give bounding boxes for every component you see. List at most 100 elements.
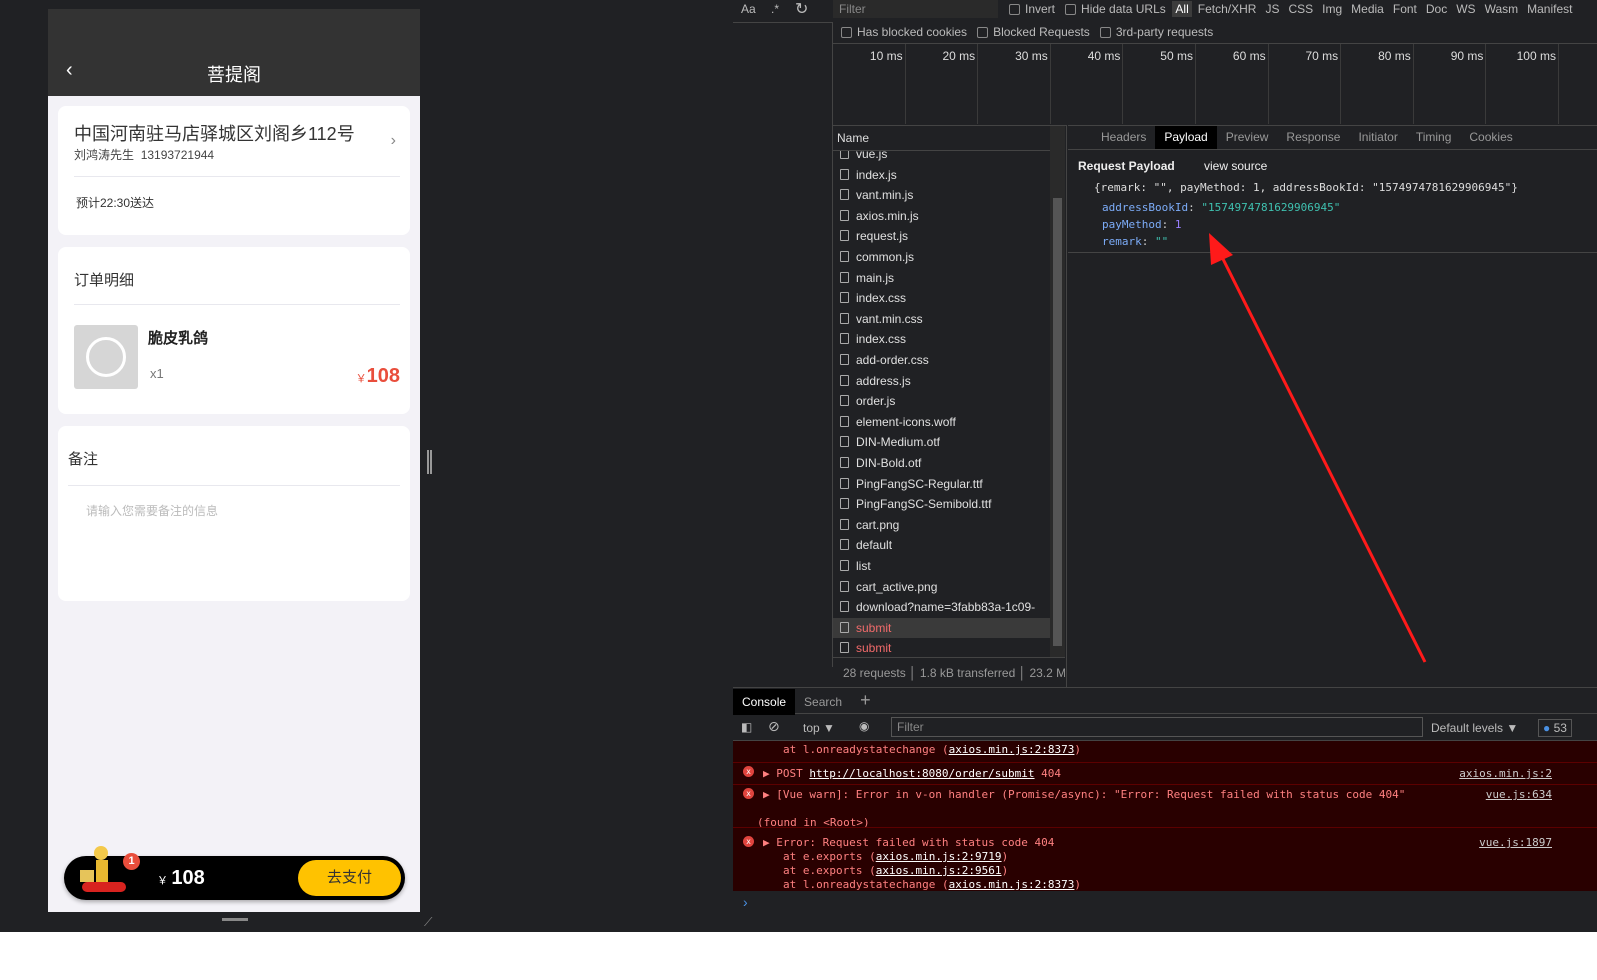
file-icon [840,621,849,633]
console-prompt[interactable]: › [743,894,748,910]
type-filter-css[interactable]: CSS [1285,1,1316,17]
tab-console[interactable]: Console [733,689,796,715]
name-column-header[interactable]: Name [837,131,869,145]
address-card[interactable]: 中国河南驻马店驿城区刘阁乡112号 刘鸿涛先生 13193721944 › 预计… [58,106,410,235]
request-row[interactable]: download?name=3fabb83a-1c09-4fd [833,597,1050,634]
request-row[interactable]: address.js [833,371,1050,391]
console-toolbar: ◧ ⊘ top ▼ ◉ Filter Default levels ▼ ● 53 [733,714,1597,741]
match-case-button[interactable]: Aa [741,2,756,16]
request-row[interactable]: index.js [833,165,1050,185]
tab-search[interactable]: Search [795,689,851,715]
file-icon [840,292,849,304]
refresh-icon[interactable]: ↻ [795,0,808,19]
detail-tabs: Headers Payload Preview Response Initiator Ti… [1068,125,1597,150]
tab-payload[interactable]: Payload [1155,126,1217,149]
console-error-vue-warn[interactable]: x ▶ [Vue warn]: Error in v-on handler (Pr… [733,784,1597,829]
file-icon [840,415,849,427]
type-filter-all[interactable]: All [1172,1,1192,17]
type-filter-ws[interactable]: WS [1453,1,1478,17]
payload-title[interactable]: Request Payload [1078,159,1175,173]
request-row[interactable]: index.css [833,288,1050,308]
file-icon [840,251,849,262]
resize-corner-icon[interactable]: ⟋ [424,915,432,930]
live-expression-icon[interactable]: ◉ [859,719,869,733]
tab-initiator[interactable]: Initiator [1349,126,1406,149]
console-error-post[interactable]: x ▶ POST http://localhost:8080/order/subm… [733,762,1597,783]
third-party-checkbox[interactable] [1099,27,1111,38]
network-timeline[interactable]: 10 ms 20 ms 30 ms 40 ms 50 ms 60 ms 70 ms 80 ms… [833,43,1597,124]
chevron-right-icon[interactable]: › [391,132,396,150]
request-row[interactable]: vant.min.js [833,185,1050,205]
network-filter-input[interactable]: Filter [833,0,998,18]
request-row[interactable]: DIN-Medium.otf [833,432,1050,452]
timeline-tick: 70 ms [1269,44,1342,124]
type-filter-wasm[interactable]: Wasm [1482,1,1522,17]
file-icon [840,518,849,530]
request-row[interactable]: submit [833,638,1050,657]
hide-data-urls-checkbox[interactable] [1065,4,1077,15]
request-row[interactable]: common.js [833,247,1050,267]
invert-checkbox[interactable] [1009,4,1020,15]
type-filter-js[interactable]: JS [1262,1,1282,17]
request-row[interactable]: submit [833,617,1050,638]
regex-button[interactable]: .* [771,2,779,16]
dish-qty: x1 [150,366,164,381]
blocked-cookies-checkbox[interactable] [841,27,852,38]
type-filter-fetchxhr[interactable]: Fetch/XHR [1195,1,1260,17]
context-select[interactable]: top ▼ [803,721,835,735]
request-row[interactable]: add-order.css [833,350,1050,370]
request-row[interactable]: cart.png [833,515,1050,535]
type-filter-doc[interactable]: Doc [1423,1,1450,17]
file-icon [840,560,849,571]
request-row[interactable]: cart_active.png [833,577,1050,597]
type-filter-manifest[interactable]: Manifest [1524,1,1575,17]
console-filter-input[interactable]: Filter [891,717,1423,737]
request-row[interactable]: PingFangSC-Semibold.ttf [833,494,1050,514]
request-row[interactable]: default [833,535,1050,555]
issues-counter[interactable]: ● 53 [1538,719,1572,737]
request-row[interactable]: DIN-Bold.otf [833,453,1050,473]
request-row[interactable]: vue.js [833,151,1050,164]
payload-summary[interactable]: {remark: "", payMethod: 1, addressBookId… [1094,181,1518,194]
stack-frame: at l.onreadystatechange (axios.min.js:2:… [783,878,1082,891]
tab-response[interactable]: Response [1277,126,1349,149]
sidebar-toggle-icon[interactable]: ◧ [741,720,752,734]
request-row[interactable]: index.css [833,329,1050,349]
left-pane [733,22,833,667]
tab-cookies[interactable]: Cookies [1460,126,1521,149]
log-levels-select[interactable]: Default levels ▼ [1431,721,1518,735]
tab-headers[interactable]: Headers [1092,126,1155,149]
tab-timing[interactable]: Timing [1407,126,1461,149]
splitter-handle[interactable] [427,450,432,474]
timeline-tick: 90 ms [1414,44,1487,124]
type-filter-media[interactable]: Media [1348,1,1387,17]
request-row[interactable]: axios.min.js [833,206,1050,226]
type-filter-font[interactable]: Font [1390,1,1420,17]
dish-image [74,325,138,389]
type-filter-img[interactable]: Img [1319,1,1345,17]
annotation-arrow [1209,233,1427,663]
request-row[interactable]: list [833,556,1050,576]
file-icon [840,312,849,324]
console-error-request[interactable]: x ▶ Error: Request failed with status cod… [733,827,1597,891]
view-source-link[interactable]: view source [1204,159,1267,173]
request-list-scrollbar[interactable] [1050,126,1065,657]
timeline-tick: 80 ms [1341,44,1414,124]
clear-console-icon[interactable]: ⊘ [768,718,780,735]
drawer-tabs: Console Search + [733,687,1597,715]
request-row[interactable]: main.js [833,268,1050,288]
request-row[interactable]: order.js [833,391,1050,411]
request-row[interactable]: element-icons.woff [833,412,1050,432]
page-header: ‹ 菩提阁 [48,9,420,96]
pay-button[interactable]: 去支付 [298,860,401,896]
blocked-requests-checkbox[interactable] [977,27,989,38]
tab-preview[interactable]: Preview [1217,126,1278,149]
remark-input[interactable]: 请输入您需要备注的信息 [86,502,218,519]
request-row[interactable]: PingFangSC-Regular.ttf [833,474,1050,494]
resize-handle[interactable] [222,918,248,921]
dish-name: 脆皮乳鸽 [148,330,209,347]
request-list: Name vue.js index.js vant.min.js axios.min.… [833,125,1067,687]
add-tab-icon[interactable]: + [851,688,880,712]
request-row[interactable]: request.js [833,226,1050,246]
request-row[interactable]: vant.min.css [833,309,1050,329]
